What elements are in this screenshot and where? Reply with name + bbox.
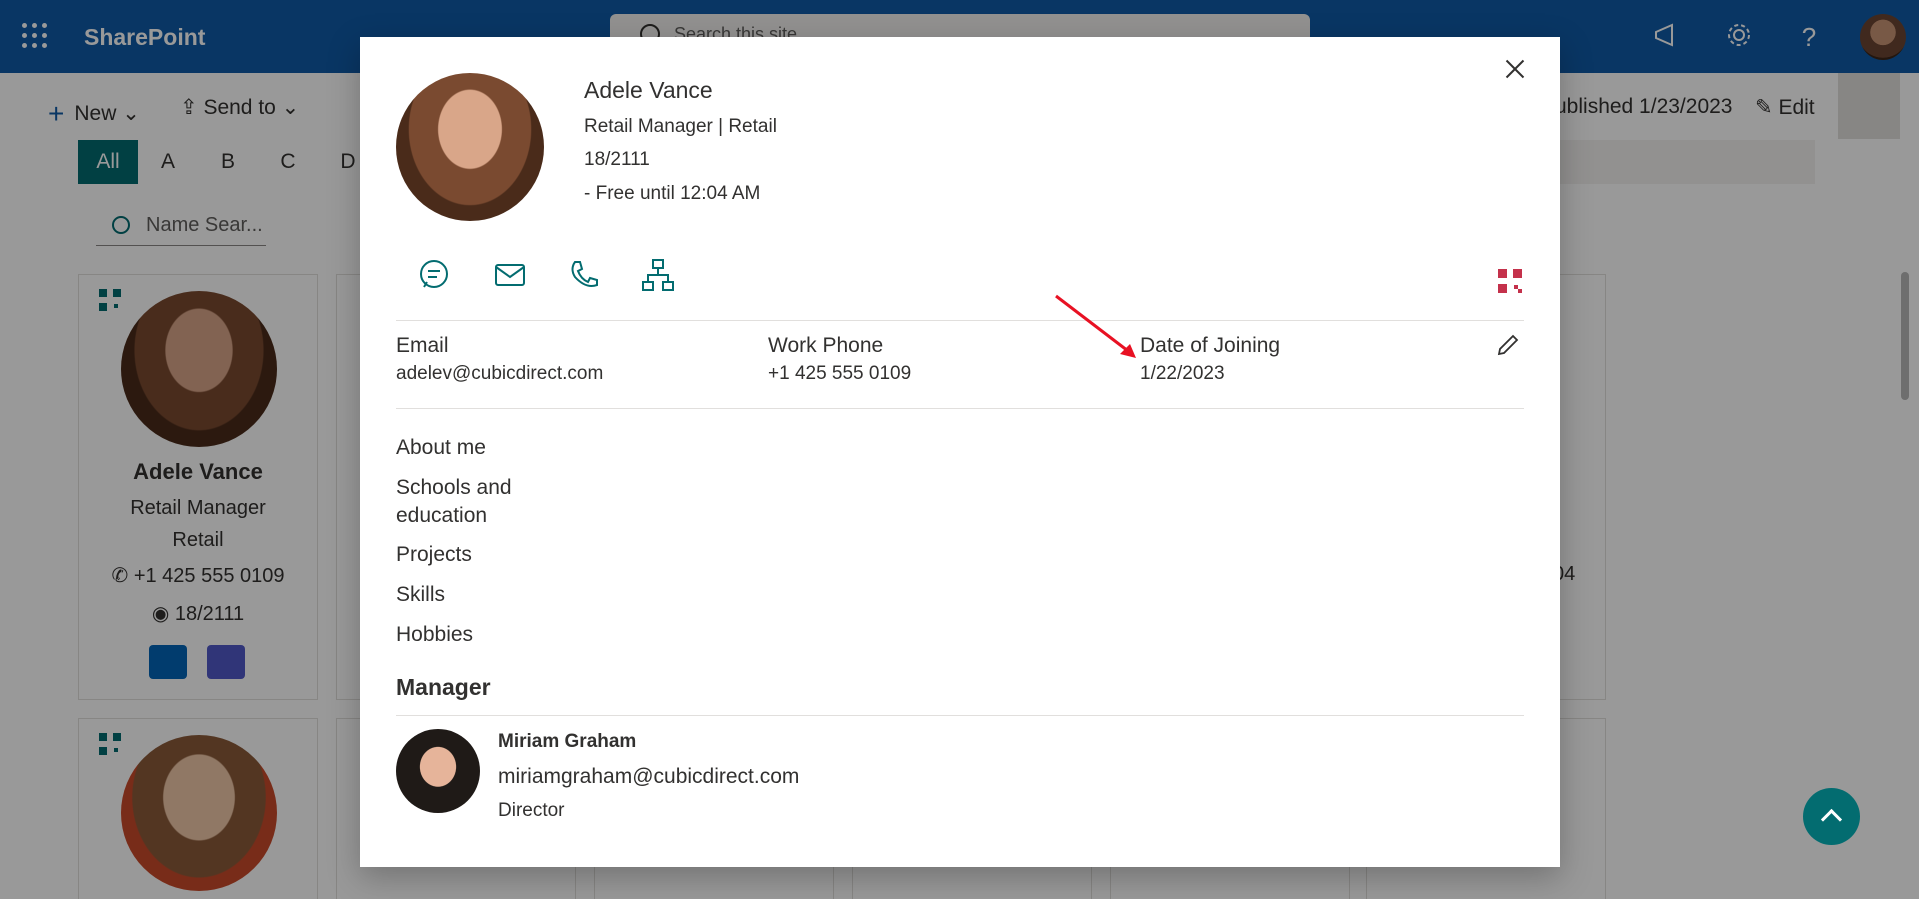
manager-heading: Manager: [396, 674, 491, 700]
qr-code-icon[interactable]: [1498, 269, 1522, 293]
projects-link[interactable]: Projects: [396, 541, 472, 569]
manager-role: Director: [498, 800, 565, 821]
manager-avatar[interactable]: [396, 729, 480, 813]
hobbies-link[interactable]: Hobbies: [396, 621, 473, 649]
profile-office: 18/2111: [584, 149, 650, 170]
edit-pencil-icon[interactable]: [1494, 331, 1522, 359]
manager-email[interactable]: miriamgraham@cubicdirect.com: [498, 765, 799, 789]
date-of-joining-label: Date of Joining: [1140, 334, 1281, 357]
org-chart-icon[interactable]: [640, 257, 676, 293]
profile-photo: [396, 73, 544, 221]
schools-link[interactable]: Schools and education: [396, 474, 512, 530]
divider: [396, 408, 1524, 409]
skills-link[interactable]: Skills: [396, 581, 445, 609]
manager-name[interactable]: Miriam Graham: [498, 731, 636, 753]
profile-dialog: Adele Vance Retail Manager | Retail 18/2…: [360, 37, 1560, 867]
annotation-arrow: [1055, 294, 1136, 358]
date-of-joining-value: 1/22/2023: [1140, 363, 1225, 384]
page-scrollbar[interactable]: [1901, 272, 1909, 400]
close-icon[interactable]: [1500, 55, 1530, 85]
profile-availability: - Free until 12:04 AM: [584, 183, 761, 204]
scroll-to-top-button[interactable]: [1803, 788, 1860, 845]
divider: [396, 320, 1524, 321]
email-value[interactable]: adelev@cubicdirect.com: [396, 363, 603, 385]
chat-icon[interactable]: [416, 257, 452, 293]
work-phone-value[interactable]: +1 425 555 0109: [768, 363, 911, 385]
work-phone-label: Work Phone: [768, 334, 884, 357]
about-me-link[interactable]: About me: [396, 434, 486, 462]
divider: [396, 715, 1524, 716]
email-label: Email: [396, 334, 449, 357]
profile-title: Retail Manager | Retail: [584, 116, 777, 137]
profile-name: Adele Vance: [584, 77, 713, 103]
phone-icon[interactable]: [566, 257, 602, 293]
mail-icon[interactable]: [492, 257, 528, 293]
